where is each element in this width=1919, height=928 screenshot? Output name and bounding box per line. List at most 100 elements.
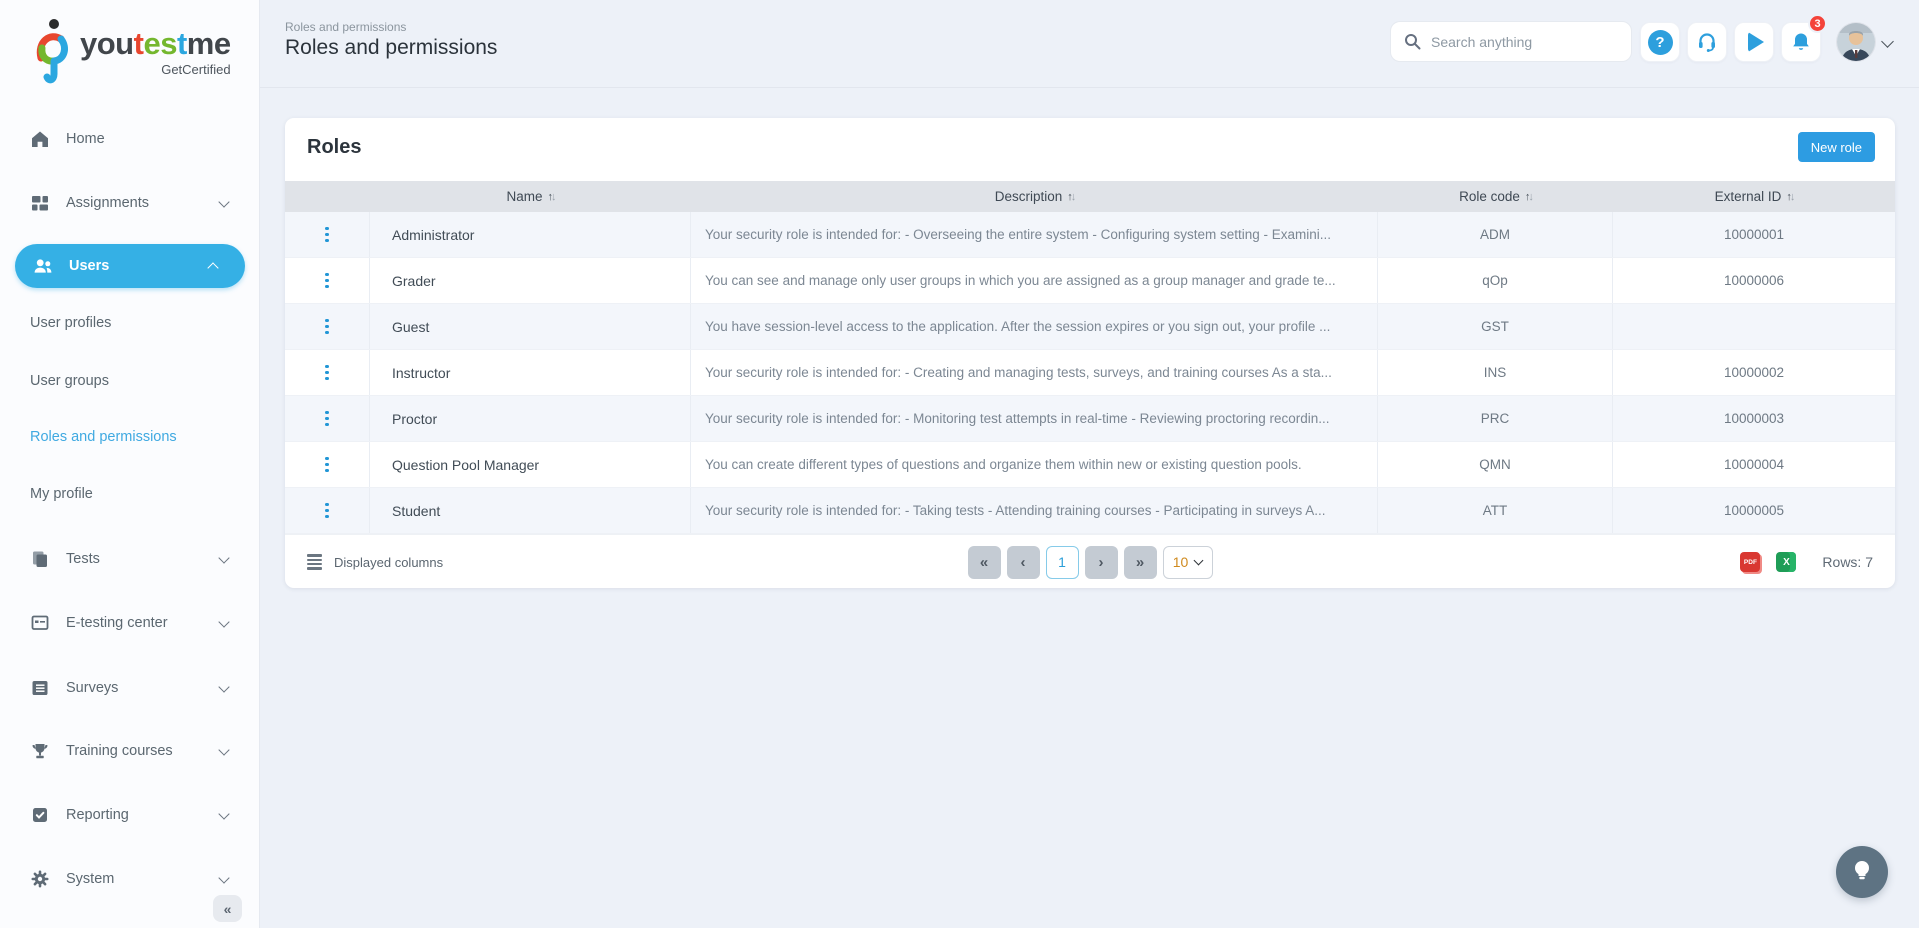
table-row[interactable]: Proctor Your security role is intended f… [285,396,1895,442]
role-description: You have session-level access to the app… [691,304,1378,349]
account-menu-chevron-icon[interactable] [1881,35,1894,48]
bell-icon [1789,30,1813,54]
table-row[interactable]: Grader You can see and manage only user … [285,258,1895,304]
role-name: Instructor [370,350,691,395]
sort-icon[interactable]: ↑↓ [548,191,555,203]
role-code: GST [1378,304,1613,349]
external-id: 10000005 [1613,488,1895,533]
table-row[interactable]: Guest You have session-level access to t… [285,304,1895,350]
external-id: 10000003 [1613,396,1895,441]
question-mark-icon: ? [1648,30,1673,55]
role-description: You can see and manage only user groups … [691,258,1378,303]
column-header-description[interactable]: Description↑↓ [691,181,1378,212]
sidebar-item-training-courses[interactable]: Training courses [0,736,260,766]
search-icon [1404,33,1421,50]
sort-icon[interactable]: ↑↓ [1067,191,1074,203]
row-menu-icon[interactable] [319,453,335,477]
row-menu-icon[interactable] [319,361,335,385]
app-logo[interactable]: youtestme GetCertified [30,16,231,84]
table-row[interactable]: Administrator Your security role is inte… [285,212,1895,258]
row-menu-icon[interactable] [319,407,335,431]
avatar[interactable] [1837,23,1875,61]
sidebar-item-surveys[interactable]: Surveys [0,673,260,703]
global-search[interactable] [1390,21,1632,62]
sidebar-item-my-profile[interactable]: My profile [30,486,93,502]
export-pdf-icon[interactable]: PDF [1740,552,1760,572]
chevron-down-icon [218,681,229,692]
column-header-role-code[interactable]: Role code↑↓ [1378,181,1613,212]
column-header-external-id[interactable]: External ID↑↓ [1613,181,1895,212]
displayed-columns-button[interactable]: Displayed columns [307,535,443,589]
e-testing-center-icon [30,613,50,633]
table-row[interactable]: Student Your security role is intended f… [285,488,1895,534]
table-row[interactable]: Instructor Your security role is intende… [285,350,1895,396]
role-code: qOp [1378,258,1613,303]
external-id: 10000001 [1613,212,1895,257]
logo-subtitle: GetCertified [80,62,231,77]
table-row[interactable]: Question Pool Manager You can create dif… [285,442,1895,488]
export-area: PDF X Rows: 7 [1740,535,1873,589]
page-title: Roles and permissions [285,36,497,60]
role-code: ATT [1378,488,1613,533]
row-menu-icon[interactable] [319,315,335,339]
notification-count-badge: 3 [1808,14,1827,33]
sidebar-item-home[interactable]: Home [0,124,260,154]
rows-count: Rows: 7 [1822,554,1873,570]
sidebar-item-user-profiles[interactable]: User profiles [30,315,111,331]
role-description: Your security role is intended for: - Cr… [691,350,1378,395]
sidebar-item-system[interactable]: System [0,864,260,894]
video-tutorials-button[interactable] [1734,22,1774,62]
export-excel-icon[interactable]: X [1776,552,1796,572]
play-icon [1748,32,1764,52]
sidebar-item-tests[interactable]: Tests [0,544,260,574]
header-divider [260,87,1919,88]
hints-fab-button[interactable] [1836,846,1888,898]
last-page-button[interactable]: » [1124,546,1157,579]
support-button[interactable] [1687,22,1727,62]
new-role-button[interactable]: New role [1798,132,1875,162]
sidebar-item-users[interactable]: Users [15,244,245,288]
role-name: Student [370,488,691,533]
table-body: Administrator Your security role is inte… [285,212,1895,534]
next-page-button[interactable]: › [1085,546,1118,579]
sort-icon[interactable]: ↑↓ [1525,191,1532,203]
home-icon [30,129,50,149]
role-name: Grader [370,258,691,303]
row-menu-icon[interactable] [319,223,335,247]
logo-wordmark: youtestme [80,28,231,59]
page-number-button[interactable]: 1 [1046,546,1079,579]
columns-list-icon [307,554,322,570]
column-header-actions [285,181,370,212]
chevron-down-icon [218,552,229,563]
table-footer: « ‹ 1 › » 10 Displayed columns PDF X Row… [285,534,1895,588]
sidebar-item-e-testing-center[interactable]: E-testing center [0,608,260,638]
role-description: Your security role is intended for: - Ov… [691,212,1378,257]
previous-page-button[interactable]: ‹ [1007,546,1040,579]
lightbulb-icon [1850,859,1874,885]
role-code: PRC [1378,396,1613,441]
sort-icon[interactable]: ↑↓ [1786,191,1793,203]
role-name: Guest [370,304,691,349]
row-menu-icon[interactable] [319,499,335,523]
column-header-name[interactable]: Name↑↓ [370,181,691,212]
sidebar-collapse-button[interactable]: « [213,895,242,922]
external-id: 10000006 [1613,258,1895,303]
sidebar-item-user-groups[interactable]: User groups [30,373,109,389]
reporting-icon [30,805,50,825]
help-button[interactable]: ? [1640,22,1680,62]
users-icon [33,256,53,276]
first-page-button[interactable]: « [968,546,1001,579]
search-input[interactable] [1431,34,1611,50]
page-size-select[interactable]: 10 [1163,546,1213,579]
external-id: 10000002 [1613,350,1895,395]
chevron-up-icon [207,262,218,273]
chevron-down-icon [218,616,229,627]
role-name: Question Pool Manager [370,442,691,487]
sidebar-item-reporting[interactable]: Reporting [0,800,260,830]
row-menu-icon[interactable] [319,269,335,293]
role-description: Your security role is intended for: - Mo… [691,396,1378,441]
sidebar-item-roles-and-permissions[interactable]: Roles and permissions [30,429,177,445]
card-title: Roles [307,136,361,159]
sidebar-item-assignments[interactable]: Assignments [0,188,260,218]
chevron-down-icon [218,872,229,883]
